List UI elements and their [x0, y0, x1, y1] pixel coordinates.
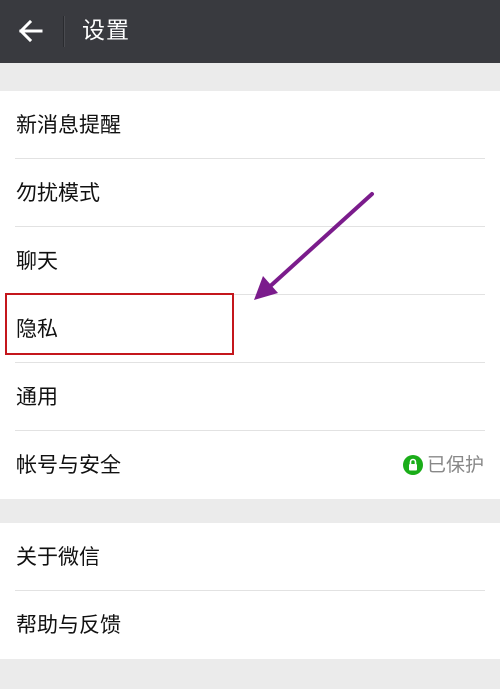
- setting-do-not-disturb[interactable]: 勿扰模式: [0, 159, 500, 227]
- setting-label: 聊天: [16, 249, 58, 273]
- settings-group-about: 关于微信 帮助与反馈: [0, 523, 500, 659]
- protection-status: 已保护: [402, 454, 484, 476]
- setting-label: 关于微信: [16, 545, 100, 569]
- setting-label: 帐号与安全: [16, 453, 121, 477]
- setting-new-message-alerts[interactable]: 新消息提醒: [0, 91, 500, 159]
- setting-label: 新消息提醒: [16, 113, 121, 137]
- top-bar: 设置: [0, 0, 500, 63]
- lock-icon: [402, 455, 423, 475]
- header-divider: [63, 16, 64, 47]
- setting-general[interactable]: 通用: [0, 363, 500, 431]
- privacy-highlight-box: [5, 293, 234, 355]
- setting-help-feedback[interactable]: 帮助与反馈: [0, 591, 500, 659]
- page-title: 设置: [82, 18, 130, 44]
- status-text: 已保护: [426, 454, 484, 476]
- back-button[interactable]: [0, 0, 62, 63]
- setting-label: 勿扰模式: [16, 181, 100, 205]
- setting-label: 帮助与反馈: [16, 613, 121, 637]
- setting-about-wechat[interactable]: 关于微信: [0, 523, 500, 591]
- setting-chat[interactable]: 聊天: [0, 227, 500, 295]
- setting-account-security[interactable]: 帐号与安全 已保护: [0, 431, 500, 499]
- back-arrow-icon: [18, 19, 43, 43]
- setting-label: 通用: [16, 385, 58, 409]
